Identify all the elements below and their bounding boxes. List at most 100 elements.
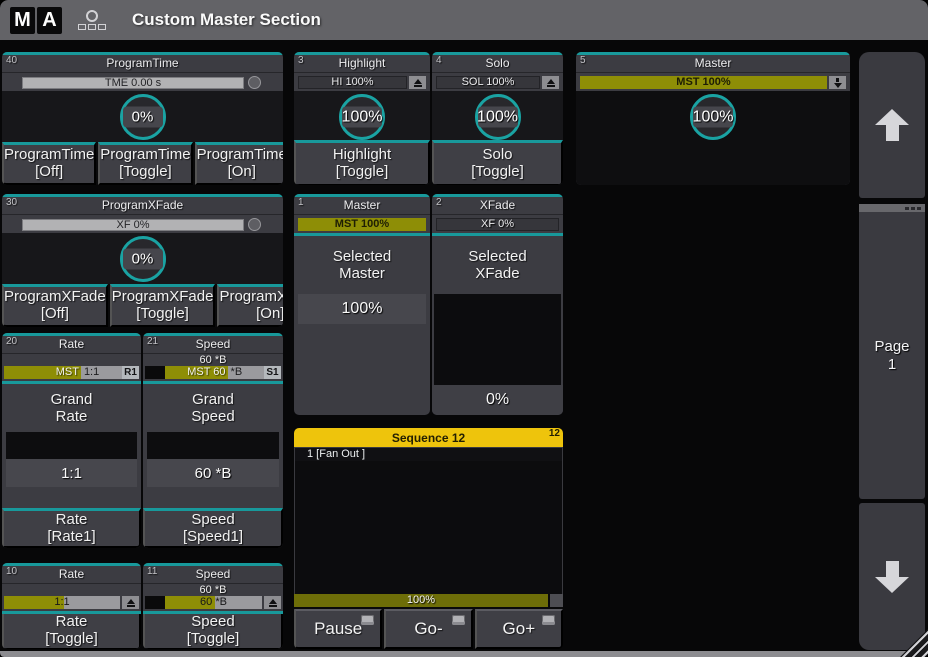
ma-logo[interactable]: M A xyxy=(10,7,62,34)
programtime-on-button[interactable]: ProgramTime [On] xyxy=(195,142,283,185)
block-title: Speed xyxy=(196,337,231,351)
sequence-title: Sequence 12 xyxy=(392,431,465,445)
fader-zero-segment[interactable] xyxy=(145,596,165,609)
arrow-down-icon[interactable] xyxy=(829,76,846,89)
solo-fader[interactable]: SOL 100% xyxy=(436,76,559,89)
solo-toggle-button[interactable]: Solo [Toggle] xyxy=(432,140,563,185)
fader-handle[interactable] xyxy=(248,218,261,231)
solo-knob[interactable]: 100% xyxy=(475,94,521,140)
go-minus-button[interactable]: Go- xyxy=(384,609,472,649)
rate1-button[interactable]: Rate [Rate1] xyxy=(2,508,141,548)
menu-dots-icon xyxy=(905,207,909,210)
page-up-button[interactable] xyxy=(859,52,925,198)
pool-number: 21 xyxy=(147,336,158,347)
fader-track[interactable]: XF 0% xyxy=(436,218,559,231)
eject-icon[interactable] xyxy=(542,76,559,89)
grand-rate-header[interactable]: 20 Rate xyxy=(2,336,141,354)
title-bar[interactable]: M A Custom Master Section xyxy=(0,0,928,40)
highlight-fader[interactable]: HI 100% xyxy=(298,76,426,89)
selected-xfade: 2 XFade XF 0% Selected XFade 0% xyxy=(432,194,563,415)
selected-master-fader[interactable]: MST 100% xyxy=(298,218,426,231)
grand-rate-label: Grand Rate xyxy=(2,384,141,432)
programtime-off-button[interactable]: ProgramTime [Off] xyxy=(2,142,96,185)
speed-toggle-header[interactable]: 11 Speed xyxy=(143,566,283,584)
master-knob[interactable]: 100% xyxy=(690,94,736,140)
page-widget-titlebar[interactable] xyxy=(859,204,925,212)
grand-rate-fader[interactable]: MST 1:1 R1 xyxy=(4,366,139,379)
speed-toggle-button[interactable]: Speed [Toggle] xyxy=(143,614,283,649)
rate-toggle-button[interactable]: Rate [Toggle] xyxy=(2,614,141,649)
rate-toggle-header[interactable]: 10 Rate xyxy=(2,566,141,584)
fader-end-cap[interactable] xyxy=(550,594,563,607)
fader-fill[interactable]: MST 60 xyxy=(165,366,228,379)
selected-xfade-header[interactable]: 2 XFade xyxy=(432,197,563,215)
rate-toggle-fader[interactable]: 1:1 xyxy=(4,596,139,609)
programxfade-knob[interactable]: 0% xyxy=(120,236,166,282)
sequence-master-fader[interactable]: 100% xyxy=(294,594,563,607)
speed1-button[interactable]: Speed [Speed1] xyxy=(143,508,283,548)
pool-number: 20 xyxy=(6,336,17,347)
eject-icon[interactable] xyxy=(409,76,426,89)
pool-number: 40 xyxy=(6,55,17,66)
speed-toggle-fader[interactable]: 60 *B xyxy=(145,596,281,609)
fader-value: 1:1 xyxy=(4,596,120,609)
fader-zero-segment[interactable] xyxy=(145,366,165,379)
fader-track[interactable]: TME 0.00 s xyxy=(22,77,244,89)
knob-value: 0% xyxy=(123,107,163,128)
block-title: Rate xyxy=(59,337,84,351)
programxfade-on-button[interactable]: ProgramXFade [On] xyxy=(217,284,283,327)
programtime-toggle-button[interactable]: ProgramTime [Toggle] xyxy=(98,142,192,185)
master-section-icon[interactable] xyxy=(78,10,106,30)
button-led xyxy=(542,615,555,625)
grand-speed-value: 60 *B xyxy=(147,459,279,487)
pool-number: 2 xyxy=(436,197,442,208)
cue-row[interactable]: 1 [Fan Out ] xyxy=(294,447,563,461)
fader-track[interactable]: SOL 100% xyxy=(436,76,540,89)
fader-track[interactable]: XF 0% xyxy=(22,219,244,231)
programtime-fader[interactable]: TME 0.00 s xyxy=(22,76,261,89)
page-down-button[interactable] xyxy=(859,503,925,650)
fader-track[interactable]: HI 100% xyxy=(298,76,407,89)
pool-number: 3 xyxy=(298,55,304,66)
block-title: XFade xyxy=(480,198,515,212)
fader-fill[interactable]: MST xyxy=(4,366,81,379)
eject-icon[interactable] xyxy=(122,596,139,609)
fader-fill[interactable]: 100% xyxy=(294,594,548,607)
solo-header[interactable]: 4 Solo xyxy=(432,55,563,73)
selected-xfade-fader[interactable]: XF 0% xyxy=(436,218,559,231)
fader-handle[interactable] xyxy=(248,76,261,89)
grand-master: 5 Master MST 100% 100% xyxy=(576,52,850,185)
fader-fill[interactable]: MST 100% xyxy=(298,218,426,231)
solo-master: 4 Solo SOL 100% 100% Solo [Toggle] xyxy=(432,52,563,185)
selected-master-header[interactable]: 1 Master xyxy=(294,197,430,215)
fader-value[interactable]: 1:1 xyxy=(81,366,122,379)
highlight-header[interactable]: 3 Highlight xyxy=(294,55,430,73)
master-fader[interactable]: MST 100% xyxy=(580,76,846,89)
button-led xyxy=(452,615,465,625)
pool-number: 5 xyxy=(580,55,586,66)
eject-icon[interactable] xyxy=(264,596,281,609)
fader-fill[interactable]: MST 100% xyxy=(580,76,827,89)
page-indicator[interactable]: Page 1 xyxy=(859,204,925,499)
master-header[interactable]: 5 Master xyxy=(576,55,850,73)
go-plus-button[interactable]: Go+ xyxy=(475,609,563,649)
programtime-header[interactable]: 40 ProgramTime xyxy=(2,55,283,73)
display-box xyxy=(147,432,279,459)
programxfade-fader[interactable]: XF 0% xyxy=(22,218,261,231)
knob-value: 100% xyxy=(478,107,518,128)
highlight-toggle-button[interactable]: Highlight [Toggle] xyxy=(294,140,430,185)
knob-value: 100% xyxy=(342,107,382,128)
programxfade-toggle-button[interactable]: ProgramXFade [Toggle] xyxy=(110,284,216,327)
programxfade-header[interactable]: 30 ProgramXFade xyxy=(2,197,283,215)
programtime-knob[interactable]: 0% xyxy=(120,94,166,140)
pause-button[interactable]: Pause xyxy=(294,609,382,649)
pool-number: 10 xyxy=(6,566,17,577)
highlight-knob[interactable]: 100% xyxy=(339,94,385,140)
fader-value[interactable]: *B xyxy=(228,366,264,379)
grand-speed-header[interactable]: 21 Speed xyxy=(143,336,283,354)
programxfade-off-button[interactable]: ProgramXFade [Off] xyxy=(2,284,108,327)
grand-speed-fader[interactable]: MST 60 *B S1 xyxy=(145,366,281,379)
selected-xfade-value: 0% xyxy=(432,385,563,415)
custom-master-section-window: M A Custom Master Section 40 ProgramTime… xyxy=(0,0,928,657)
sequence-header[interactable]: Sequence 12 12 xyxy=(294,428,563,447)
